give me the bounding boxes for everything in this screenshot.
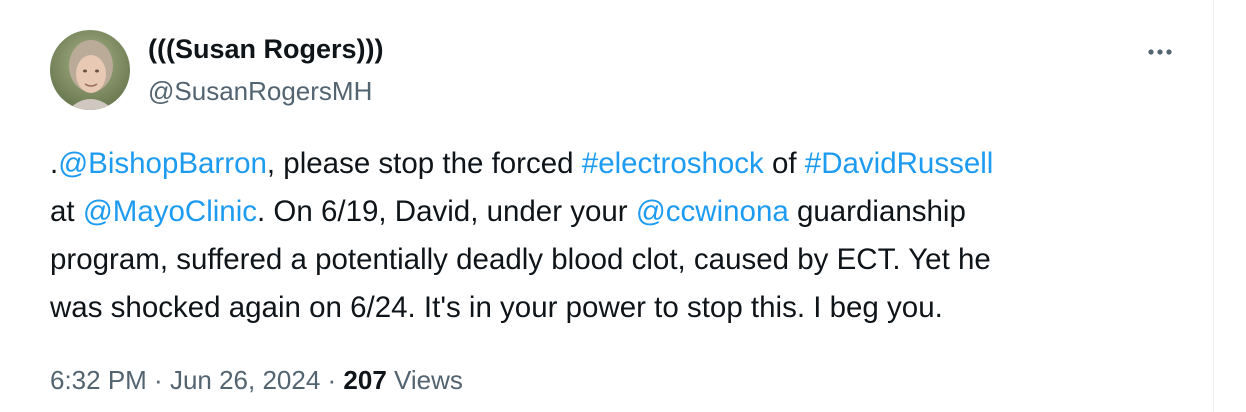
tweet-text-line: .@BishopBarron, please stop the forced #… xyxy=(50,140,1200,188)
author-display-name[interactable]: (((Susan Rogers))) xyxy=(148,32,384,66)
tweet-text-segment: of xyxy=(763,147,805,180)
meta-separator: · xyxy=(320,365,344,395)
tweet-text-segment: at xyxy=(50,195,83,228)
tweet-date[interactable]: Jun 26, 2024 xyxy=(170,365,320,395)
tweet-time[interactable]: 6:32 PM xyxy=(50,365,147,395)
tweet-card: (((Susan Rogers))) @SusanRogersMH .@Bish… xyxy=(0,0,1214,412)
tweet-text-segment: . On 6/19, David, under your xyxy=(257,195,636,228)
mention-link[interactable]: @MayoClinic xyxy=(83,195,257,228)
tweet-text-line: was shocked again on 6/24. It's in your … xyxy=(50,284,1200,332)
tweet-text: .@BishopBarron, please stop the forced #… xyxy=(50,140,1200,332)
tweet-text-line: at @MayoClinic. On 6/19, David, under yo… xyxy=(50,188,1200,236)
tweet-text-segment: . xyxy=(50,147,59,180)
tweet-meta: 6:32 PM · Jun 26, 2024 · 207 Views xyxy=(50,362,463,398)
more-horizontal-icon xyxy=(1148,49,1172,55)
hashtag-link[interactable]: #electroshock xyxy=(582,147,764,180)
avatar[interactable] xyxy=(50,30,130,110)
tweet-text-segment: guardianship xyxy=(788,195,966,228)
tweet-text-line: program, suffered a potentially deadly b… xyxy=(50,236,1200,284)
more-options-button[interactable] xyxy=(1138,30,1182,74)
tweet-text-segment: was shocked again on 6/24. It's in your … xyxy=(50,291,943,324)
tweet-text-segment: program, suffered a potentially deadly b… xyxy=(50,243,991,276)
hashtag-link[interactable]: #DavidRussell xyxy=(805,147,994,180)
tweet-text-segment: , please stop the forced xyxy=(266,147,582,180)
author-handle[interactable]: @SusanRogersMH xyxy=(148,74,372,108)
mention-link[interactable]: @ccwinona xyxy=(636,195,789,228)
meta-separator: · xyxy=(146,365,170,395)
views-count: 207 xyxy=(343,365,387,395)
views-label: Views xyxy=(386,365,463,395)
mention-link[interactable]: @BishopBarron xyxy=(58,147,267,180)
